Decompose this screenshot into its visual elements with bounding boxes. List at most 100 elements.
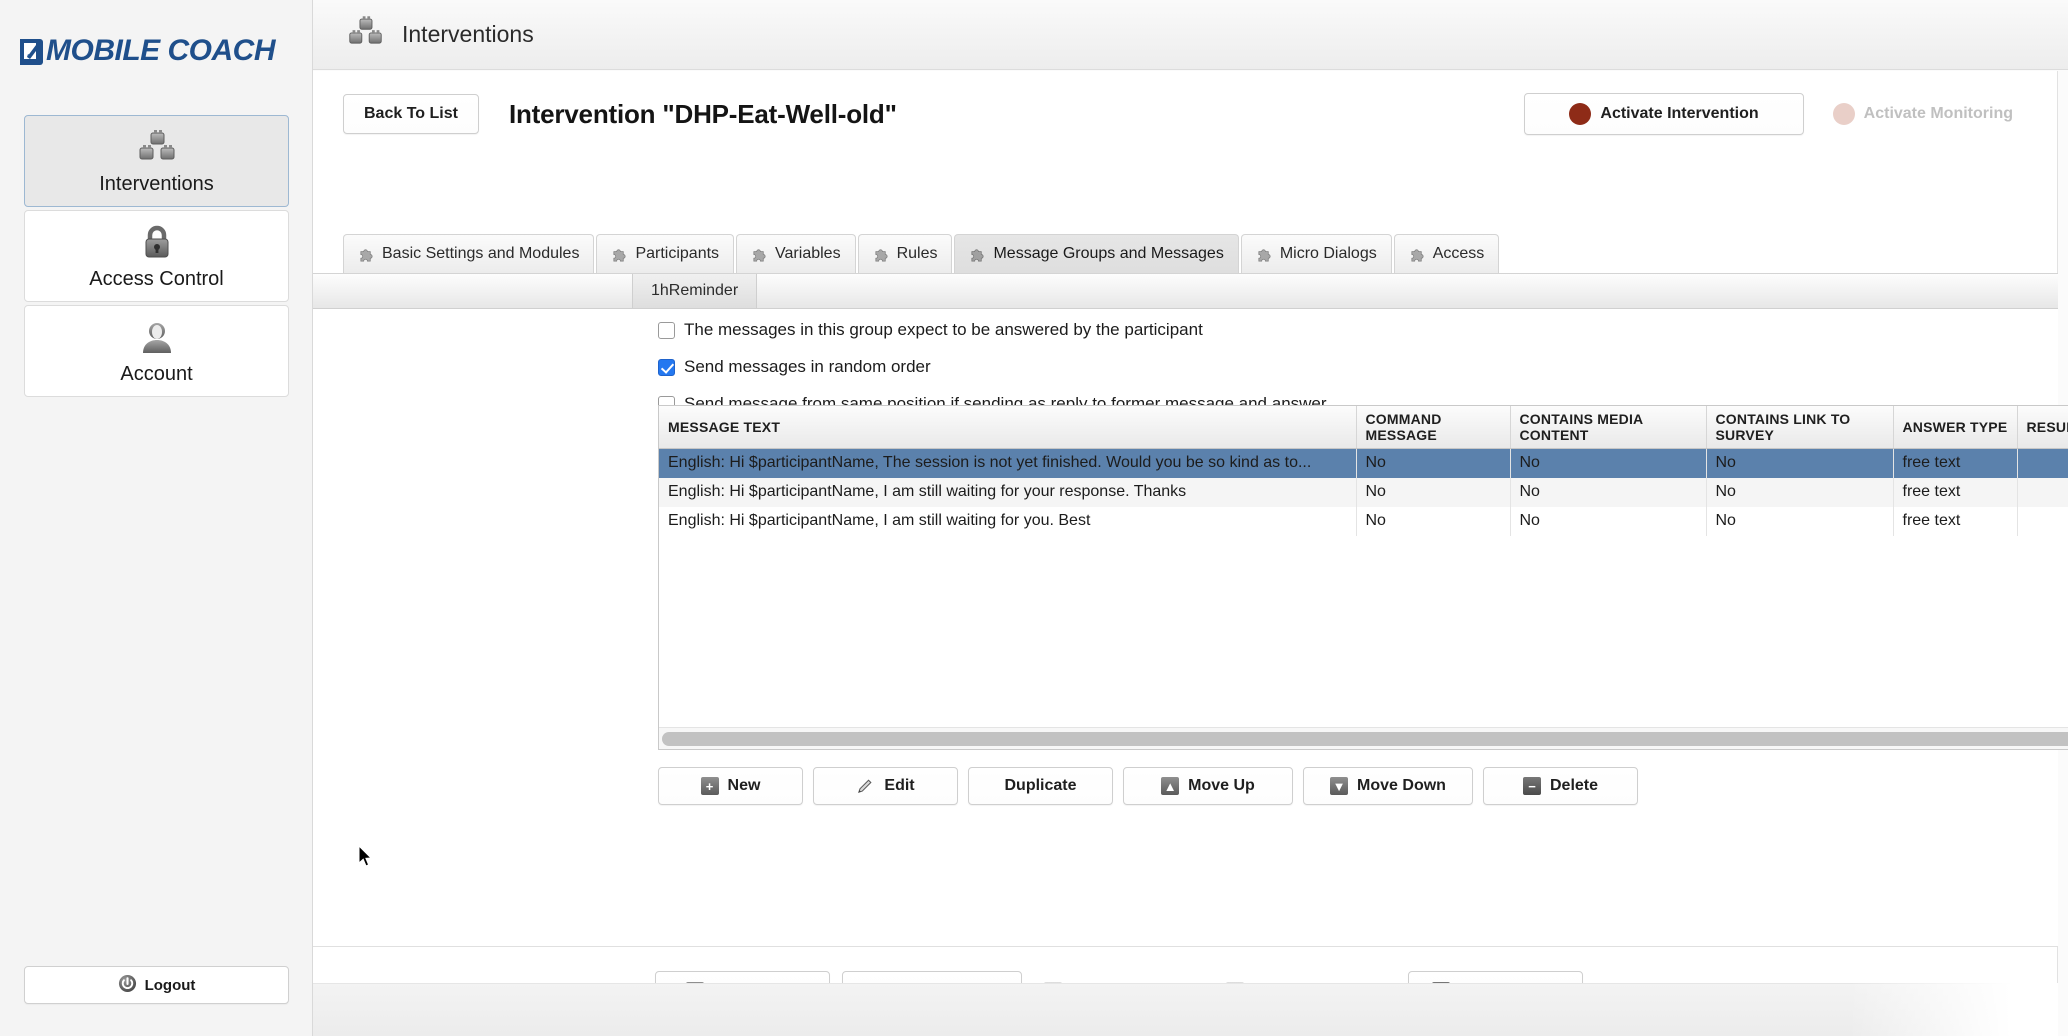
tab-basic-settings-and-modules[interactable]: Basic Settings and Modules [343, 234, 594, 273]
puzzle-icon [1409, 246, 1426, 263]
activate-monitoring-label: Activate Monitoring [1864, 105, 2013, 123]
minus-icon: − [1523, 777, 1541, 795]
move-message-up-button[interactable]: ▲ Move Up [1123, 767, 1293, 805]
tab-micro-dialogs[interactable]: Micro Dialogs [1241, 234, 1392, 273]
column-header-contains-media-content[interactable]: CONTAINS MEDIA CONTENT [1510, 406, 1706, 449]
chevron-down-icon: ▼ [1330, 777, 1348, 795]
brand-logo: MOBILE COACH [16, 28, 296, 74]
table-row[interactable]: English: Hi $participantName, I am still… [659, 507, 2068, 536]
sidebar-item-access-control[interactable]: Access Control [24, 210, 289, 302]
tab-label: Variables [775, 245, 841, 263]
messages-table: MESSAGE TEXT COMMAND MESSAGE CONTAINS ME… [658, 405, 2068, 750]
sidebar-item-interventions[interactable]: Interventions [24, 115, 289, 207]
duplicate-message-button[interactable]: Duplicate [968, 767, 1113, 805]
message-group-panel: The messages in this group expect to be … [313, 309, 2058, 946]
tab-message-groups-and-messages[interactable]: Message Groups and Messages [954, 234, 1238, 273]
cell-answer-type: free text [1893, 507, 2017, 536]
cell-answer-type: free text [1893, 478, 2017, 507]
cell-contains-media-content: No [1510, 507, 1706, 536]
activation-buttons: Activate Intervention Activate Monitorin… [1524, 93, 2032, 135]
sidebar-nav: Interventions [24, 115, 289, 400]
sidebar: MOBILE COACH [0, 0, 313, 1036]
cell-result-variable [2017, 507, 2068, 536]
tab-label: Participants [635, 245, 719, 263]
main-region: Interventions Back To List Intervention … [313, 0, 2068, 1036]
table-row[interactable]: English: Hi $participantName, I am still… [659, 478, 2068, 507]
table-row[interactable]: English: Hi $participantName, The sessio… [659, 449, 2068, 478]
edit-message-button[interactable]: Edit [813, 767, 958, 805]
option-label: Send messages in random order [684, 357, 931, 377]
footer-fade [1848, 983, 2058, 1036]
option-expect-answer[interactable]: The messages in this group expect to be … [658, 320, 1203, 340]
status-dot-icon [1833, 103, 1855, 125]
cell-contains-link-to-survey: No [1706, 449, 1893, 478]
column-header-result-variable[interactable]: RESULT VARIABLE [2017, 406, 2068, 449]
puzzle-icon [611, 246, 628, 263]
user-icon [139, 317, 175, 357]
cell-contains-media-content: No [1510, 478, 1706, 507]
tab-label: Micro Dialogs [1280, 245, 1377, 263]
cell-message-text: English: Hi $participantName, I am still… [659, 478, 1356, 507]
option-random-order[interactable]: Send messages in random order [658, 357, 931, 377]
scrollbar-thumb[interactable] [662, 732, 2068, 746]
activate-monitoring-button[interactable]: Activate Monitoring [1814, 93, 2032, 135]
cell-result-variable [2017, 478, 2068, 507]
checkbox-random-order[interactable] [658, 359, 675, 376]
puzzle-icon [1256, 246, 1273, 263]
cell-result-variable [2017, 449, 2068, 478]
section-divider [313, 946, 2058, 947]
button-label: Delete [1550, 777, 1598, 795]
chevron-up-icon: ▲ [1161, 777, 1179, 795]
app-window: MOBILE COACH [0, 0, 2068, 1036]
table-horizontal-scrollbar[interactable] [659, 727, 2068, 749]
group-tab-1hreminder[interactable]: 1hReminder [632, 274, 757, 308]
logout-button[interactable]: Logout [24, 966, 289, 1004]
column-header-message-text[interactable]: MESSAGE TEXT [659, 406, 1356, 449]
tab-participants[interactable]: Participants [596, 234, 734, 273]
tab-rules[interactable]: Rules [858, 234, 953, 273]
cell-answer-type: free text [1893, 449, 2017, 478]
message-actions-toolbar: + New Edit Duplicate ▲ Move Up [658, 767, 1638, 805]
cell-message-text: English: Hi $participantName, The sessio… [659, 449, 1356, 478]
column-header-answer-type[interactable]: ANSWER TYPE [1893, 406, 2017, 449]
puzzle-icon [969, 246, 986, 263]
cell-contains-link-to-survey: No [1706, 507, 1893, 536]
button-label: Move Up [1188, 777, 1255, 795]
sidebar-item-label: Interventions [99, 173, 214, 196]
page-titlebar: Interventions [313, 0, 2068, 70]
new-message-button[interactable]: + New [658, 767, 803, 805]
sidebar-item-account[interactable]: Account [24, 305, 289, 397]
button-label: Edit [884, 777, 914, 795]
tab-label: Basic Settings and Modules [382, 245, 579, 263]
puzzle-icon [358, 246, 375, 263]
brand-name: MOBILE COACH [46, 34, 275, 68]
column-header-command-message[interactable]: COMMAND MESSAGE [1356, 406, 1510, 449]
button-label: Move Down [1357, 777, 1446, 795]
cell-command-message: No [1356, 507, 1510, 536]
sidebar-item-label: Access Control [89, 268, 224, 291]
button-label: Duplicate [1004, 777, 1076, 795]
puzzle-icon [751, 246, 768, 263]
option-label: The messages in this group expect to be … [684, 320, 1203, 340]
column-header-contains-link-to-survey[interactable]: CONTAINS LINK TO SURVEY [1706, 406, 1893, 449]
move-message-down-button[interactable]: ▼ Move Down [1303, 767, 1473, 805]
blocks-icon [347, 16, 384, 53]
tab-access[interactable]: Access [1394, 234, 1500, 273]
status-dot-icon [1569, 103, 1591, 125]
footer-strip [313, 983, 2058, 1036]
cell-command-message: No [1356, 478, 1510, 507]
cell-contains-media-content: No [1510, 449, 1706, 478]
table-header-row: MESSAGE TEXT COMMAND MESSAGE CONTAINS ME… [659, 406, 2068, 449]
tab-variables[interactable]: Variables [736, 234, 856, 273]
cell-message-text: English: Hi $participantName, I am still… [659, 507, 1356, 536]
button-label: New [728, 777, 761, 795]
lock-icon [140, 222, 174, 262]
puzzle-icon [873, 246, 890, 263]
delete-message-button[interactable]: − Delete [1483, 767, 1638, 805]
cell-command-message: No [1356, 449, 1510, 478]
activate-intervention-button[interactable]: Activate Intervention [1524, 93, 1803, 135]
page-title: Interventions [402, 21, 534, 48]
content-panel: Back To List Intervention "DHP-Eat-Well-… [313, 71, 2058, 1031]
checkbox-expect-answer[interactable] [658, 322, 675, 339]
back-to-list-button[interactable]: Back To List [343, 94, 479, 134]
